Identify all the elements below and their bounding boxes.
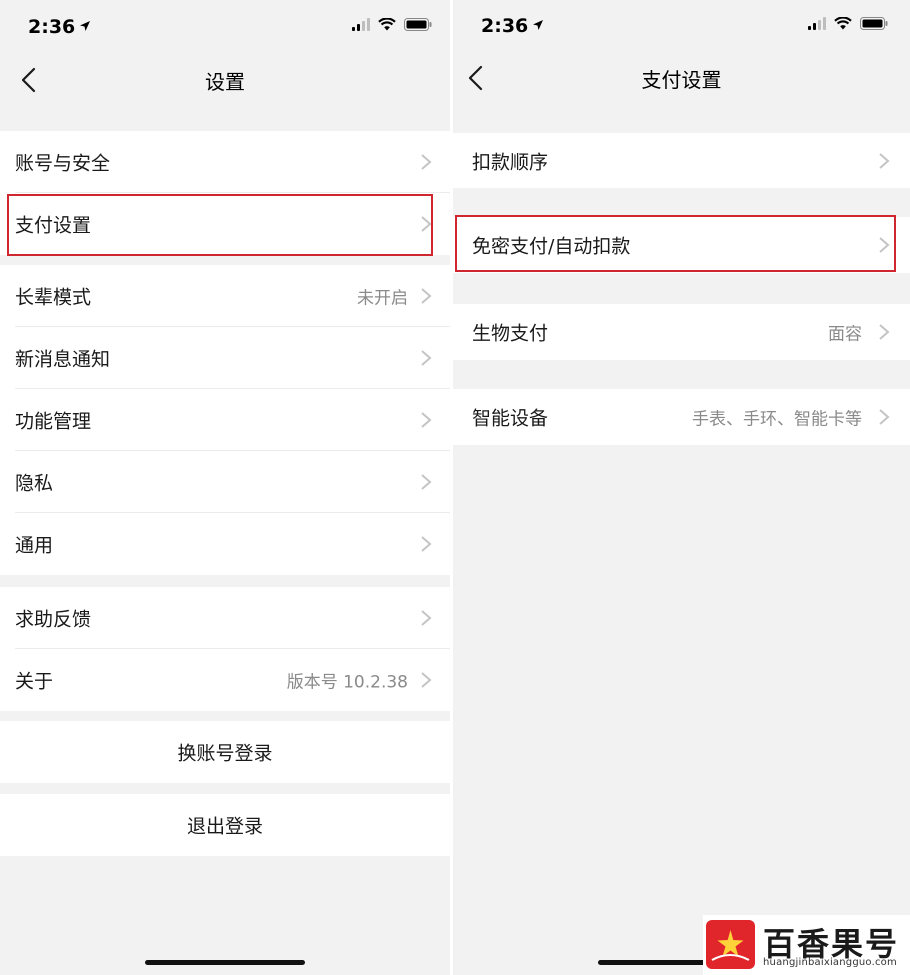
location-arrow-icon [80, 21, 91, 31]
button-label: 换账号登录 [177, 742, 273, 765]
chevron-right-icon [421, 412, 432, 428]
brand-logo-icon [706, 920, 755, 969]
signal-icon [808, 17, 826, 30]
payment-settings-screen: 2:36 支付设置 扣款顺序 免密支付/自动扣款 生物支付 面容 智能设备 手表… [453, 0, 910, 975]
home-indicator[interactable] [145, 960, 305, 965]
settings-screen: 2:36 设置 账号与安全 支付设置 长辈模式 未开启 新消息通知 功能管理 隐 [0, 0, 450, 975]
row-payment-settings[interactable]: 支付设置 [0, 193, 450, 255]
status-time: 2:36 [481, 15, 544, 37]
row-features[interactable]: 功能管理 [0, 389, 450, 451]
row-label: 功能管理 [15, 410, 92, 433]
nav-bar: 设置 [0, 55, 450, 105]
row-label: 求助反馈 [15, 608, 92, 631]
row-label: 关于 [15, 670, 54, 693]
row-privacy[interactable]: 隐私 [0, 451, 450, 513]
version-value: 版本号 10.2.38 [286, 672, 408, 693]
row-label: 长辈模式 [15, 286, 92, 309]
row-label: 隐私 [15, 472, 54, 495]
row-password-free-payment[interactable]: 免密支付/自动扣款 [453, 217, 910, 273]
wifi-icon [378, 18, 396, 31]
row-about[interactable]: 关于 版本号 10.2.38 [0, 649, 450, 711]
chevron-right-icon [421, 288, 432, 304]
status-bar: 2:36 [453, 0, 910, 55]
row-notifications[interactable]: 新消息通知 [0, 327, 450, 389]
location-arrow-icon [533, 20, 544, 30]
row-label: 生物支付 [472, 322, 549, 345]
chevron-right-icon [879, 237, 890, 253]
row-label: 智能设备 [472, 407, 549, 430]
chevron-right-icon [421, 536, 432, 552]
nav-bar: 支付设置 [453, 53, 910, 103]
row-value: 手表、手环、智能卡等 [692, 409, 862, 430]
row-help-feedback[interactable]: 求助反馈 [0, 587, 450, 649]
logout-button[interactable]: 退出登录 [0, 794, 450, 856]
battery-icon [860, 17, 888, 30]
row-smart-devices[interactable]: 智能设备 手表、手环、智能卡等 [453, 389, 910, 445]
row-value: 面容 [828, 324, 862, 345]
row-deduction-order[interactable]: 扣款顺序 [453, 133, 910, 188]
row-general[interactable]: 通用 [0, 513, 450, 575]
chevron-right-icon [421, 350, 432, 366]
page-title: 设置 [205, 70, 245, 94]
chevron-right-icon [421, 154, 432, 170]
row-label: 免密支付/自动扣款 [472, 235, 631, 258]
chevron-right-icon [421, 474, 432, 490]
status-bar: 2:36 [0, 0, 450, 55]
row-label: 账号与安全 [15, 152, 111, 175]
wifi-icon [834, 17, 852, 30]
chevron-right-icon [421, 216, 432, 232]
row-label: 通用 [15, 534, 54, 557]
row-label: 新消息通知 [15, 348, 111, 371]
watermark: 百香果号 huangjinbaixiangguo.com [703, 915, 910, 975]
row-value: 未开启 [357, 288, 408, 309]
status-time: 2:36 [28, 16, 91, 38]
switch-account-button[interactable]: 换账号登录 [0, 721, 450, 783]
chevron-right-icon [421, 672, 432, 688]
signal-icon [352, 18, 370, 31]
page-title: 支付设置 [641, 68, 722, 92]
chevron-right-icon [879, 409, 890, 425]
chevron-right-icon [879, 152, 890, 169]
row-label: 扣款顺序 [472, 151, 549, 173]
watermark-domain: huangjinbaixiangguo.com [763, 957, 897, 968]
row-elder-mode[interactable]: 长辈模式 未开启 [0, 265, 450, 327]
row-label: 支付设置 [15, 214, 92, 237]
button-label: 退出登录 [186, 815, 263, 838]
chevron-right-icon [879, 324, 890, 340]
battery-icon [404, 18, 432, 31]
row-biometric-payment[interactable]: 生物支付 面容 [453, 304, 910, 360]
row-account-security[interactable]: 账号与安全 [0, 131, 450, 193]
chevron-right-icon [421, 610, 432, 626]
